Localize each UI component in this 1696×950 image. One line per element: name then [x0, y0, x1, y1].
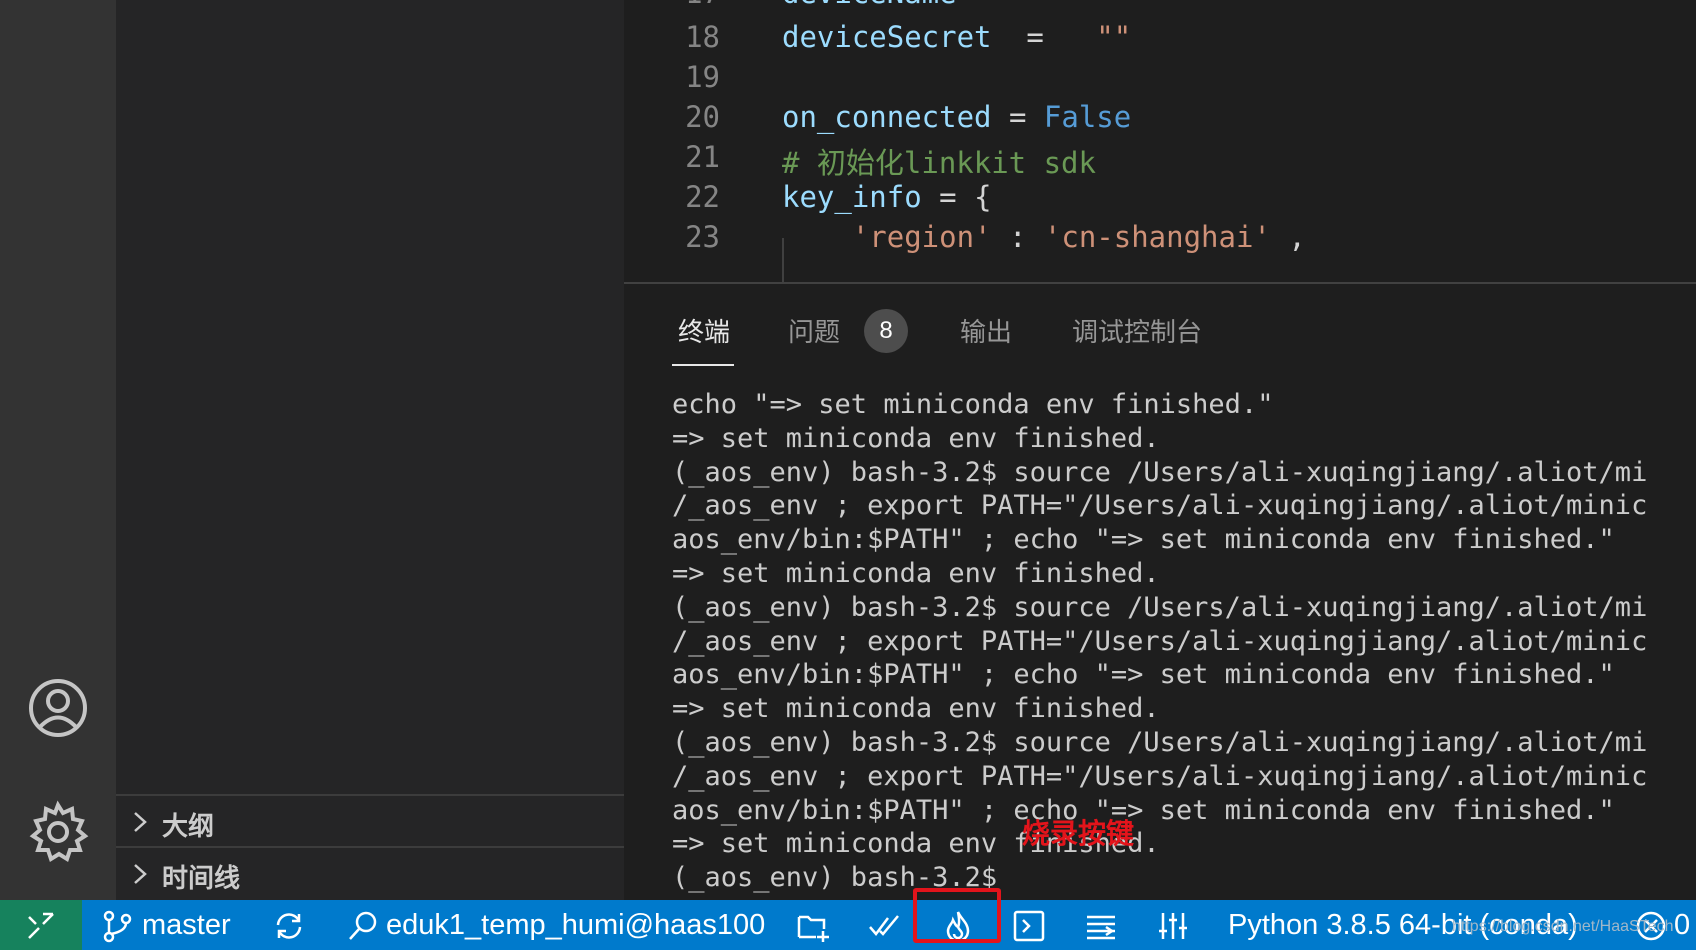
- code-text: on_connected = False: [782, 100, 1131, 134]
- terminal-line: aos_env/bin:$PATH" ; echo "=> set minico…: [672, 659, 1615, 691]
- code-line: 20 on_connected = False: [624, 100, 1696, 140]
- tab-problems[interactable]: 问题: [788, 312, 840, 349]
- code-token: False: [1043, 100, 1132, 134]
- terminal-line: /_aos_env ; export PATH="/Users/ali-xuqi…: [672, 625, 1648, 657]
- terminal-line: /_aos_env ; export PATH="/Users/ali-xuqi…: [672, 490, 1648, 522]
- code-token: :: [991, 220, 1044, 254]
- account-icon[interactable]: [26, 676, 90, 740]
- tab-terminal[interactable]: 终端: [678, 312, 730, 349]
- code-text: key_info = {: [782, 180, 992, 214]
- code-token: key_info: [782, 180, 922, 214]
- problems-count-badge: 8: [864, 309, 908, 353]
- code-token: ,: [1270, 220, 1306, 254]
- terminal-line: (_aos_env) bash-3.2$ source /Users/ali-x…: [672, 591, 1648, 623]
- branch-name: master: [142, 909, 231, 941]
- code-text: 'region' : 'cn-shanghai' ,: [782, 220, 1306, 254]
- line-number: 18: [685, 20, 720, 54]
- line-number: 17: [624, 0, 720, 10]
- line-number: 19: [685, 60, 720, 94]
- line-number: 22: [685, 180, 720, 214]
- code-token: =: [991, 100, 1044, 134]
- code-line: 22 key_info = {: [624, 180, 1696, 220]
- annotation-label: 烧录按键: [1022, 818, 1135, 849]
- code-line: 18 deviceSecret = "": [624, 20, 1696, 60]
- code-line: 21 # 初始化linkkit sdk: [624, 140, 1696, 180]
- code-line: 23 'region' : 'cn-shanghai' ,: [624, 220, 1696, 260]
- tab-debug-console[interactable]: 调试控制台: [1072, 312, 1202, 349]
- line-number: 21: [685, 140, 720, 174]
- error-count: 0: [1674, 909, 1691, 941]
- code-text: deviceName = "": [782, 0, 1079, 10]
- terminal-line: /_aos_env ; export PATH="/Users/ali-xuqi…: [672, 760, 1648, 792]
- code-token: # 初始化linkkit sdk: [782, 146, 1096, 180]
- code-text: deviceSecret = "": [782, 20, 1131, 54]
- branch-icon: [103, 910, 132, 943]
- terminal-line: (_aos_env) bash-3.2$ source /Users/ali-x…: [672, 726, 1648, 758]
- flash-button-highlight: [913, 888, 1001, 943]
- code-token: "": [1096, 20, 1132, 54]
- sidebar: 大纲 时间线: [116, 0, 624, 900]
- code-token: =: [991, 20, 1097, 54]
- sliders-icon[interactable]: [1156, 909, 1190, 943]
- code-line: 19: [624, 60, 1696, 100]
- chevron-right-icon: [134, 812, 147, 832]
- sidebar-section-outline[interactable]: 大纲: [116, 794, 624, 846]
- code-token: deviceSecret: [782, 20, 992, 54]
- terminal-line: aos_env/bin:$PATH" ; echo "=> set minico…: [672, 524, 1615, 556]
- terminal-icon[interactable]: [1012, 909, 1046, 943]
- terminal-line: => set miniconda env finished.: [672, 557, 1160, 589]
- check-all-icon[interactable]: [868, 909, 902, 943]
- terminal-line: (_aos_env) bash-3.2$: [672, 862, 998, 894]
- sidebar-section-timeline[interactable]: 时间线: [116, 846, 624, 898]
- terminal-line: (_aos_env) bash-3.2$ source /Users/ali-x…: [672, 456, 1648, 488]
- terminal-line: => set miniconda env finished.: [672, 422, 1160, 454]
- code-editor[interactable]: 17 deviceName = "" 18 deviceSecret = "" 19 20…: [624, 0, 1696, 282]
- tab-output[interactable]: 输出: [960, 312, 1012, 349]
- activity-bar: [0, 0, 116, 900]
- watermark: https://blog.csdn.net/HaaSTech: [1452, 918, 1674, 935]
- timeline-label: 时间线: [162, 863, 241, 893]
- indent-guide: [782, 238, 784, 282]
- code-text: # 初始化linkkit sdk: [782, 140, 1096, 182]
- active-tab-indicator: [672, 364, 734, 366]
- terminal-line: echo "=> set miniconda env finished.": [672, 389, 1274, 420]
- code-token: = {: [921, 180, 992, 214]
- device-name: eduk1_temp_humi@haas100: [386, 909, 766, 941]
- terminal-output[interactable]: echo "=> set miniconda env finished." => …: [672, 388, 1696, 895]
- remote-icon: [28, 912, 54, 939]
- terminal-line: => set miniconda env finished.: [672, 693, 1160, 725]
- new-folder-icon[interactable]: [796, 909, 830, 943]
- code-line: 17 deviceName = "": [624, 0, 1696, 16]
- code-token: 'cn-shanghai': [1043, 220, 1271, 254]
- chevron-right-icon: [134, 864, 147, 884]
- list-icon[interactable]: [1084, 909, 1118, 943]
- code-token: =: [957, 0, 1044, 10]
- remote-button[interactable]: [0, 900, 82, 950]
- code-token: 'region': [851, 220, 992, 254]
- code-token: "": [1044, 0, 1079, 10]
- gear-icon[interactable]: [26, 800, 90, 864]
- bottom-panel: 终端 问题 8 输出 调试控制台 echo "=> set miniconda …: [624, 282, 1696, 902]
- line-number: 20: [685, 100, 720, 134]
- status-bar: master eduk1_temp_humi@haas100 Python 3.…: [0, 900, 1696, 950]
- search-icon: [349, 911, 377, 940]
- terminal-line: aos_env/bin:$PATH" ; echo "=> set minico…: [672, 794, 1615, 826]
- terminal-line: => set miniconda env finished.: [672, 828, 1160, 860]
- outline-label: 大纲: [162, 811, 215, 841]
- line-number: 23: [685, 220, 720, 254]
- code-token: on_connected: [782, 100, 992, 134]
- sync-icon[interactable]: [272, 909, 306, 943]
- code-token: deviceName: [782, 0, 957, 10]
